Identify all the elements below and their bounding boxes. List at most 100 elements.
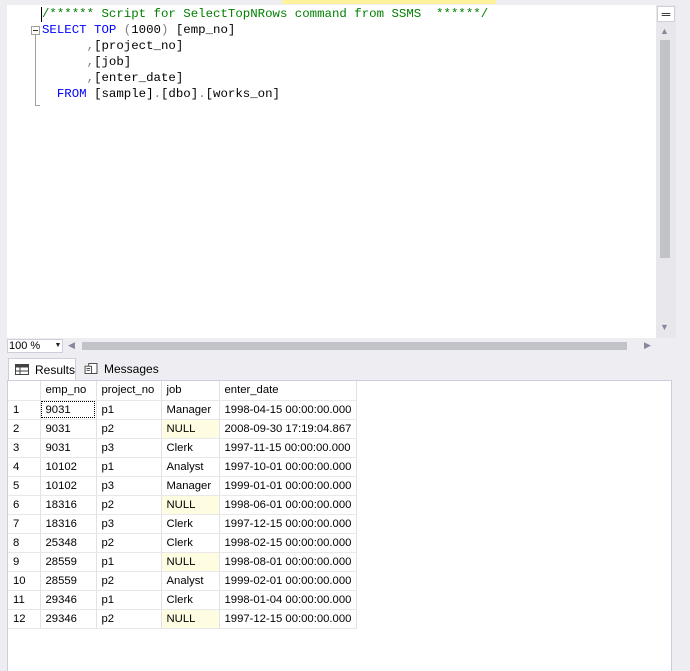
code-line[interactable]: SELECT TOP (1000) [emp_no] (42, 22, 488, 38)
vertical-scroll-thumb[interactable] (660, 40, 670, 258)
row-number[interactable]: 7 (8, 514, 41, 534)
code-line[interactable]: ,[project_no] (42, 38, 488, 54)
horizontal-scroll-thumb[interactable] (82, 342, 627, 350)
cell-emp-no[interactable]: 18316 (40, 514, 97, 534)
row-number[interactable]: 1 (8, 400, 41, 420)
code-token: FROM (42, 87, 95, 101)
tab-results[interactable]: Results (8, 358, 76, 380)
row-number[interactable]: 10 (8, 571, 41, 591)
cell-job[interactable]: NULL (161, 609, 220, 629)
cell-enter-date[interactable]: 1997-12-15 00:00:00.000 (219, 514, 358, 534)
scroll-down-icon[interactable]: ▼ (660, 322, 669, 332)
table-row[interactable]: 10 28559 p2 Analyst 1999-02-01 00:00:00.000 (8, 571, 358, 591)
zoom-value: 100 % (9, 340, 41, 352)
row-number[interactable]: 9 (8, 552, 41, 572)
cell-emp-no[interactable]: 25348 (40, 533, 97, 553)
cell-project-no[interactable]: p1 (96, 457, 162, 477)
cell-job[interactable]: Manager (161, 400, 220, 420)
cell-project-no[interactable]: p3 (96, 514, 162, 534)
cell-enter-date[interactable]: 1997-11-15 00:00:00.000 (219, 438, 358, 458)
tab-messages[interactable]: Messages (78, 358, 159, 380)
cell-emp-no[interactable]: 9031 (40, 400, 97, 420)
cell-emp-no[interactable]: 28559 (40, 571, 97, 591)
cell-emp-no[interactable]: 9031 (40, 438, 97, 458)
cell-job[interactable]: Clerk (161, 514, 220, 534)
code-line[interactable]: ,[enter_date] (42, 70, 488, 86)
cell-project-no[interactable]: p2 (96, 609, 162, 629)
table-row[interactable]: 8 25348 p2 Clerk 1998-02-15 00:00:00.000 (8, 533, 358, 553)
cell-project-no[interactable]: p3 (96, 476, 162, 496)
split-editor-button[interactable]: ═ (657, 6, 675, 22)
cell-project-no[interactable]: p2 (96, 495, 162, 515)
cell-project-no[interactable]: p2 (96, 571, 162, 591)
results-grid[interactable]: emp_no project_no job enter_date 1 9031 p1… (8, 381, 358, 629)
scroll-right-icon[interactable]: ▶ (644, 340, 651, 351)
cell-emp-no[interactable]: 10102 (40, 476, 97, 496)
column-header-emp-no[interactable]: emp_no (40, 381, 97, 401)
table-row[interactable]: 5 10102 p3 Manager 1999-01-01 00:00:00.000 (8, 476, 358, 496)
cell-enter-date[interactable]: 1997-12-15 00:00:00.000 (219, 609, 358, 629)
cell-project-no[interactable]: p2 (96, 419, 162, 439)
table-row[interactable]: 2 9031 p2 NULL 2008-09-30 17:19:04.867 (8, 419, 358, 439)
scroll-up-icon[interactable]: ▲ (660, 26, 669, 36)
row-number[interactable]: 3 (8, 438, 41, 458)
cell-emp-no[interactable]: 10102 (40, 457, 97, 477)
cell-job[interactable]: Manager (161, 476, 220, 496)
column-header-enter-date[interactable]: enter_date (219, 381, 358, 401)
code-line[interactable]: ,[job] (42, 54, 488, 70)
cell-project-no[interactable]: p1 (96, 552, 162, 572)
cell-job[interactable]: NULL (161, 419, 220, 439)
cell-enter-date[interactable]: 1997-10-01 00:00:00.000 (219, 457, 358, 477)
cell-job[interactable]: Clerk (161, 533, 220, 553)
cell-emp-no[interactable]: 29346 (40, 590, 97, 610)
row-number-header[interactable] (8, 381, 41, 401)
chevron-down-icon[interactable]: ▼ (53, 339, 63, 353)
cell-project-no[interactable]: p1 (96, 590, 162, 610)
cell-project-no[interactable]: p3 (96, 438, 162, 458)
row-number[interactable]: 11 (8, 590, 41, 610)
cell-enter-date[interactable]: 2008-09-30 17:19:04.867 (219, 419, 358, 439)
row-number[interactable]: 4 (8, 457, 41, 477)
code-line[interactable]: FROM [sample].[dbo].[works_on] (42, 86, 488, 102)
cell-job[interactable]: Clerk (161, 438, 220, 458)
row-number[interactable]: 5 (8, 476, 41, 496)
active-document-tab[interactable] (282, 0, 496, 4)
cell-job[interactable]: NULL (161, 552, 220, 572)
cell-emp-no[interactable]: 28559 (40, 552, 97, 572)
cell-job[interactable]: Clerk (161, 590, 220, 610)
column-header-project-no[interactable]: project_no (96, 381, 162, 401)
table-row[interactable]: 1 9031 p1 Manager 1998-04-15 00:00:00.000 (8, 400, 358, 420)
cell-enter-date[interactable]: 1999-02-01 00:00:00.000 (219, 571, 358, 591)
cell-enter-date[interactable]: 1998-02-15 00:00:00.000 (219, 533, 358, 553)
row-number[interactable]: 2 (8, 419, 41, 439)
table-row[interactable]: 9 28559 p1 NULL 1998-08-01 00:00:00.000 (8, 552, 358, 572)
table-row[interactable]: 6 18316 p2 NULL 1998-06-01 00:00:00.000 (8, 495, 358, 515)
collapse-icon[interactable] (31, 26, 40, 35)
cell-enter-date[interactable]: 1999-01-01 00:00:00.000 (219, 476, 358, 496)
table-row[interactable]: 7 18316 p3 Clerk 1997-12-15 00:00:00.000 (8, 514, 358, 534)
cell-project-no[interactable]: p2 (96, 533, 162, 553)
cell-project-no[interactable]: p1 (96, 400, 162, 420)
cell-emp-no[interactable]: 9031 (40, 419, 97, 439)
cell-enter-date[interactable]: 1998-06-01 00:00:00.000 (219, 495, 358, 515)
column-header-job[interactable]: job (161, 381, 220, 401)
cell-enter-date[interactable]: 1998-08-01 00:00:00.000 (219, 552, 358, 572)
row-number[interactable]: 8 (8, 533, 41, 553)
row-number[interactable]: 6 (8, 495, 41, 515)
code-line[interactable]: /****** Script for SelectTopNRows comman… (42, 6, 488, 22)
row-number[interactable]: 12 (8, 609, 41, 629)
tab-messages-label: Messages (104, 362, 159, 376)
cell-job[interactable]: Analyst (161, 457, 220, 477)
table-row[interactable]: 3 9031 p3 Clerk 1997-11-15 00:00:00.000 (8, 438, 358, 458)
query-text[interactable]: /****** Script for SelectTopNRows comman… (42, 6, 488, 102)
cell-job[interactable]: Analyst (161, 571, 220, 591)
cell-enter-date[interactable]: 1998-04-15 00:00:00.000 (219, 400, 358, 420)
cell-enter-date[interactable]: 1998-01-04 00:00:00.000 (219, 590, 358, 610)
cell-emp-no[interactable]: 29346 (40, 609, 97, 629)
cell-emp-no[interactable]: 18316 (40, 495, 97, 515)
table-row[interactable]: 4 10102 p1 Analyst 1997-10-01 00:00:00.000 (8, 457, 358, 477)
table-row[interactable]: 12 29346 p2 NULL 1997-12-15 00:00:00.000 (8, 609, 358, 629)
scroll-left-icon[interactable]: ◀ (68, 340, 75, 351)
table-row[interactable]: 11 29346 p1 Clerk 1998-01-04 00:00:00.000 (8, 590, 358, 610)
cell-job[interactable]: NULL (161, 495, 220, 515)
